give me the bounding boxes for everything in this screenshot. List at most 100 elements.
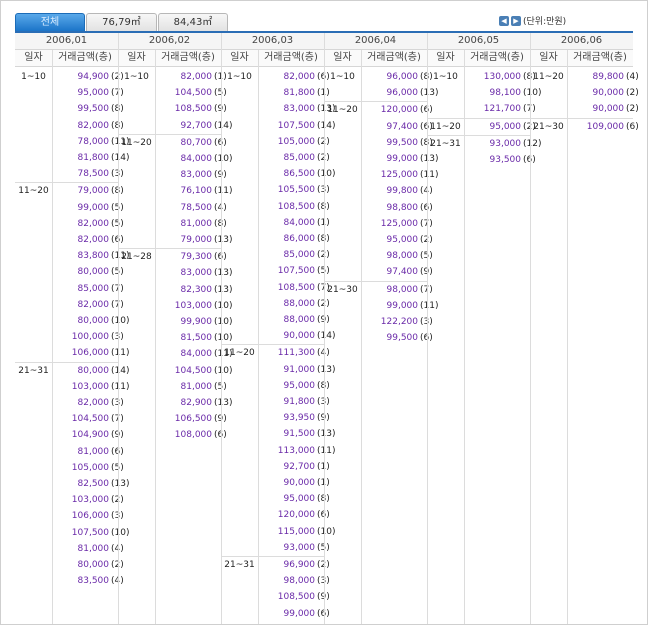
deal-amount[interactable]: 106,500 [175, 411, 212, 427]
deal-amount[interactable]: 95,000 [284, 378, 316, 394]
deal-amount[interactable]: 107,500 [278, 118, 315, 134]
deal-amount[interactable]: 120,000 [278, 507, 315, 523]
deal-amount[interactable]: 81,000 [78, 444, 110, 460]
deal-amount[interactable]: 82,900 [181, 395, 213, 411]
deal-amount[interactable]: 125,000 [381, 216, 418, 232]
deal-amount[interactable]: 86,500 [284, 166, 316, 182]
deal-amount[interactable]: 90,000 [593, 85, 625, 101]
deal-amount[interactable]: 82,000 [78, 395, 110, 411]
deal-amount[interactable]: 97,400 [387, 119, 419, 135]
deal-amount[interactable]: 90,000 [593, 101, 625, 117]
tab-84-43[interactable]: 84,43㎡ [158, 13, 228, 31]
deal-amount[interactable]: 83,500 [78, 573, 110, 589]
deal-amount[interactable]: 104,900 [72, 427, 109, 443]
deal-amount[interactable]: 85,000 [284, 247, 316, 263]
deal-amount[interactable]: 78,500 [181, 200, 213, 216]
deal-amount[interactable]: 104,500 [175, 363, 212, 379]
deal-amount[interactable]: 86,000 [284, 231, 316, 247]
deal-amount[interactable]: 92,700 [181, 118, 213, 134]
deal-amount[interactable]: 81,500 [181, 330, 213, 346]
deal-amount[interactable]: 79,000 [78, 183, 110, 199]
deal-amount[interactable]: 85,000 [78, 281, 110, 297]
deal-amount[interactable]: 115,000 [278, 524, 315, 540]
deal-amount[interactable]: 98,000 [387, 248, 419, 264]
deal-amount[interactable]: 91,000 [284, 362, 316, 378]
deal-amount[interactable]: 104,500 [72, 411, 109, 427]
deal-amount[interactable]: 78,500 [78, 166, 110, 182]
deal-amount[interactable]: 93,000 [490, 136, 522, 152]
deal-amount[interactable]: 109,000 [587, 119, 624, 135]
deal-amount[interactable]: 83,000 [284, 101, 316, 117]
deal-amount[interactable]: 95,000 [490, 119, 522, 135]
deal-amount[interactable]: 96,000 [387, 85, 419, 101]
deal-amount[interactable]: 82,000 [78, 118, 110, 134]
deal-amount[interactable]: 121,700 [484, 101, 521, 117]
deal-amount[interactable]: 107,500 [72, 525, 109, 541]
deal-amount[interactable]: 81,800 [284, 85, 316, 101]
deal-amount[interactable]: 90,000 [284, 328, 316, 344]
deal-amount[interactable]: 113,000 [278, 443, 315, 459]
deal-amount[interactable]: 80,000 [78, 557, 110, 573]
deal-amount[interactable]: 106,000 [72, 345, 109, 361]
tab-76-79[interactable]: 76,79㎡ [86, 13, 157, 31]
deal-amount[interactable]: 95,000 [284, 491, 316, 507]
deal-amount[interactable]: 99,500 [387, 330, 419, 346]
deal-amount[interactable]: 88,000 [284, 296, 316, 312]
deal-amount[interactable]: 82,500 [78, 476, 110, 492]
deal-amount[interactable]: 99,000 [78, 200, 110, 216]
deal-amount[interactable]: 99,900 [181, 314, 213, 330]
deal-amount[interactable]: 108,500 [278, 589, 315, 605]
prev-arrow-icon[interactable]: ◀ [499, 15, 509, 26]
deal-amount[interactable]: 82,000 [284, 69, 316, 85]
deal-amount[interactable]: 99,000 [387, 151, 419, 167]
deal-amount[interactable]: 108,500 [278, 199, 315, 215]
deal-amount[interactable]: 78,000 [78, 134, 110, 150]
deal-amount[interactable]: 95,000 [78, 85, 110, 101]
deal-amount[interactable]: 99,500 [78, 101, 110, 117]
deal-amount[interactable]: 103,000 [72, 379, 109, 395]
deal-amount[interactable]: 130,000 [484, 69, 521, 85]
deal-amount[interactable]: 107,500 [278, 263, 315, 279]
deal-amount[interactable]: 92,700 [284, 459, 316, 475]
deal-amount[interactable]: 80,000 [78, 313, 110, 329]
deal-amount[interactable]: 97,400 [387, 264, 419, 280]
tab-all[interactable]: 전체 [15, 13, 85, 31]
deal-amount[interactable]: 89,800 [593, 69, 625, 85]
deal-amount[interactable]: 96,900 [284, 557, 316, 573]
deal-amount[interactable]: 82,000 [181, 69, 213, 85]
deal-amount[interactable]: 94,900 [78, 69, 110, 85]
deal-amount[interactable]: 120,000 [381, 102, 418, 118]
deal-amount[interactable]: 111,300 [278, 345, 315, 361]
deal-amount[interactable]: 104,500 [175, 85, 212, 101]
deal-amount[interactable]: 99,800 [387, 183, 419, 199]
deal-amount[interactable]: 84,000 [284, 215, 316, 231]
deal-amount[interactable]: 108,000 [175, 427, 212, 443]
deal-amount[interactable]: 88,000 [284, 312, 316, 328]
deal-amount[interactable]: 105,000 [72, 460, 109, 476]
deal-amount[interactable]: 98,100 [490, 85, 522, 101]
deal-amount[interactable]: 96,000 [387, 69, 419, 85]
deal-amount[interactable]: 100,000 [72, 329, 109, 345]
deal-amount[interactable]: 84,000 [181, 346, 213, 362]
deal-amount[interactable]: 79,300 [181, 249, 213, 265]
next-arrow-icon[interactable]: ▶ [511, 15, 521, 26]
deal-amount[interactable]: 99,000 [284, 606, 316, 622]
deal-amount[interactable]: 108,500 [175, 101, 212, 117]
deal-amount[interactable]: 98,000 [284, 573, 316, 589]
deal-amount[interactable]: 93,500 [490, 152, 522, 168]
deal-amount[interactable]: 81,800 [78, 150, 110, 166]
deal-amount[interactable]: 106,000 [72, 508, 109, 524]
deal-amount[interactable]: 80,000 [78, 363, 110, 379]
deal-amount[interactable]: 90,000 [284, 475, 316, 491]
deal-amount[interactable]: 81,000 [181, 379, 213, 395]
deal-amount[interactable]: 91,500 [284, 426, 316, 442]
deal-amount[interactable]: 122,200 [381, 314, 418, 330]
deal-amount[interactable]: 81,000 [181, 216, 213, 232]
deal-amount[interactable]: 91,800 [284, 394, 316, 410]
deal-amount[interactable]: 103,000 [72, 492, 109, 508]
deal-amount[interactable]: 83,800 [78, 248, 110, 264]
deal-amount[interactable]: 79,000 [181, 232, 213, 248]
deal-amount[interactable]: 99,500 [387, 135, 419, 151]
deal-amount[interactable]: 80,700 [181, 135, 213, 151]
deal-amount[interactable]: 105,500 [278, 182, 315, 198]
